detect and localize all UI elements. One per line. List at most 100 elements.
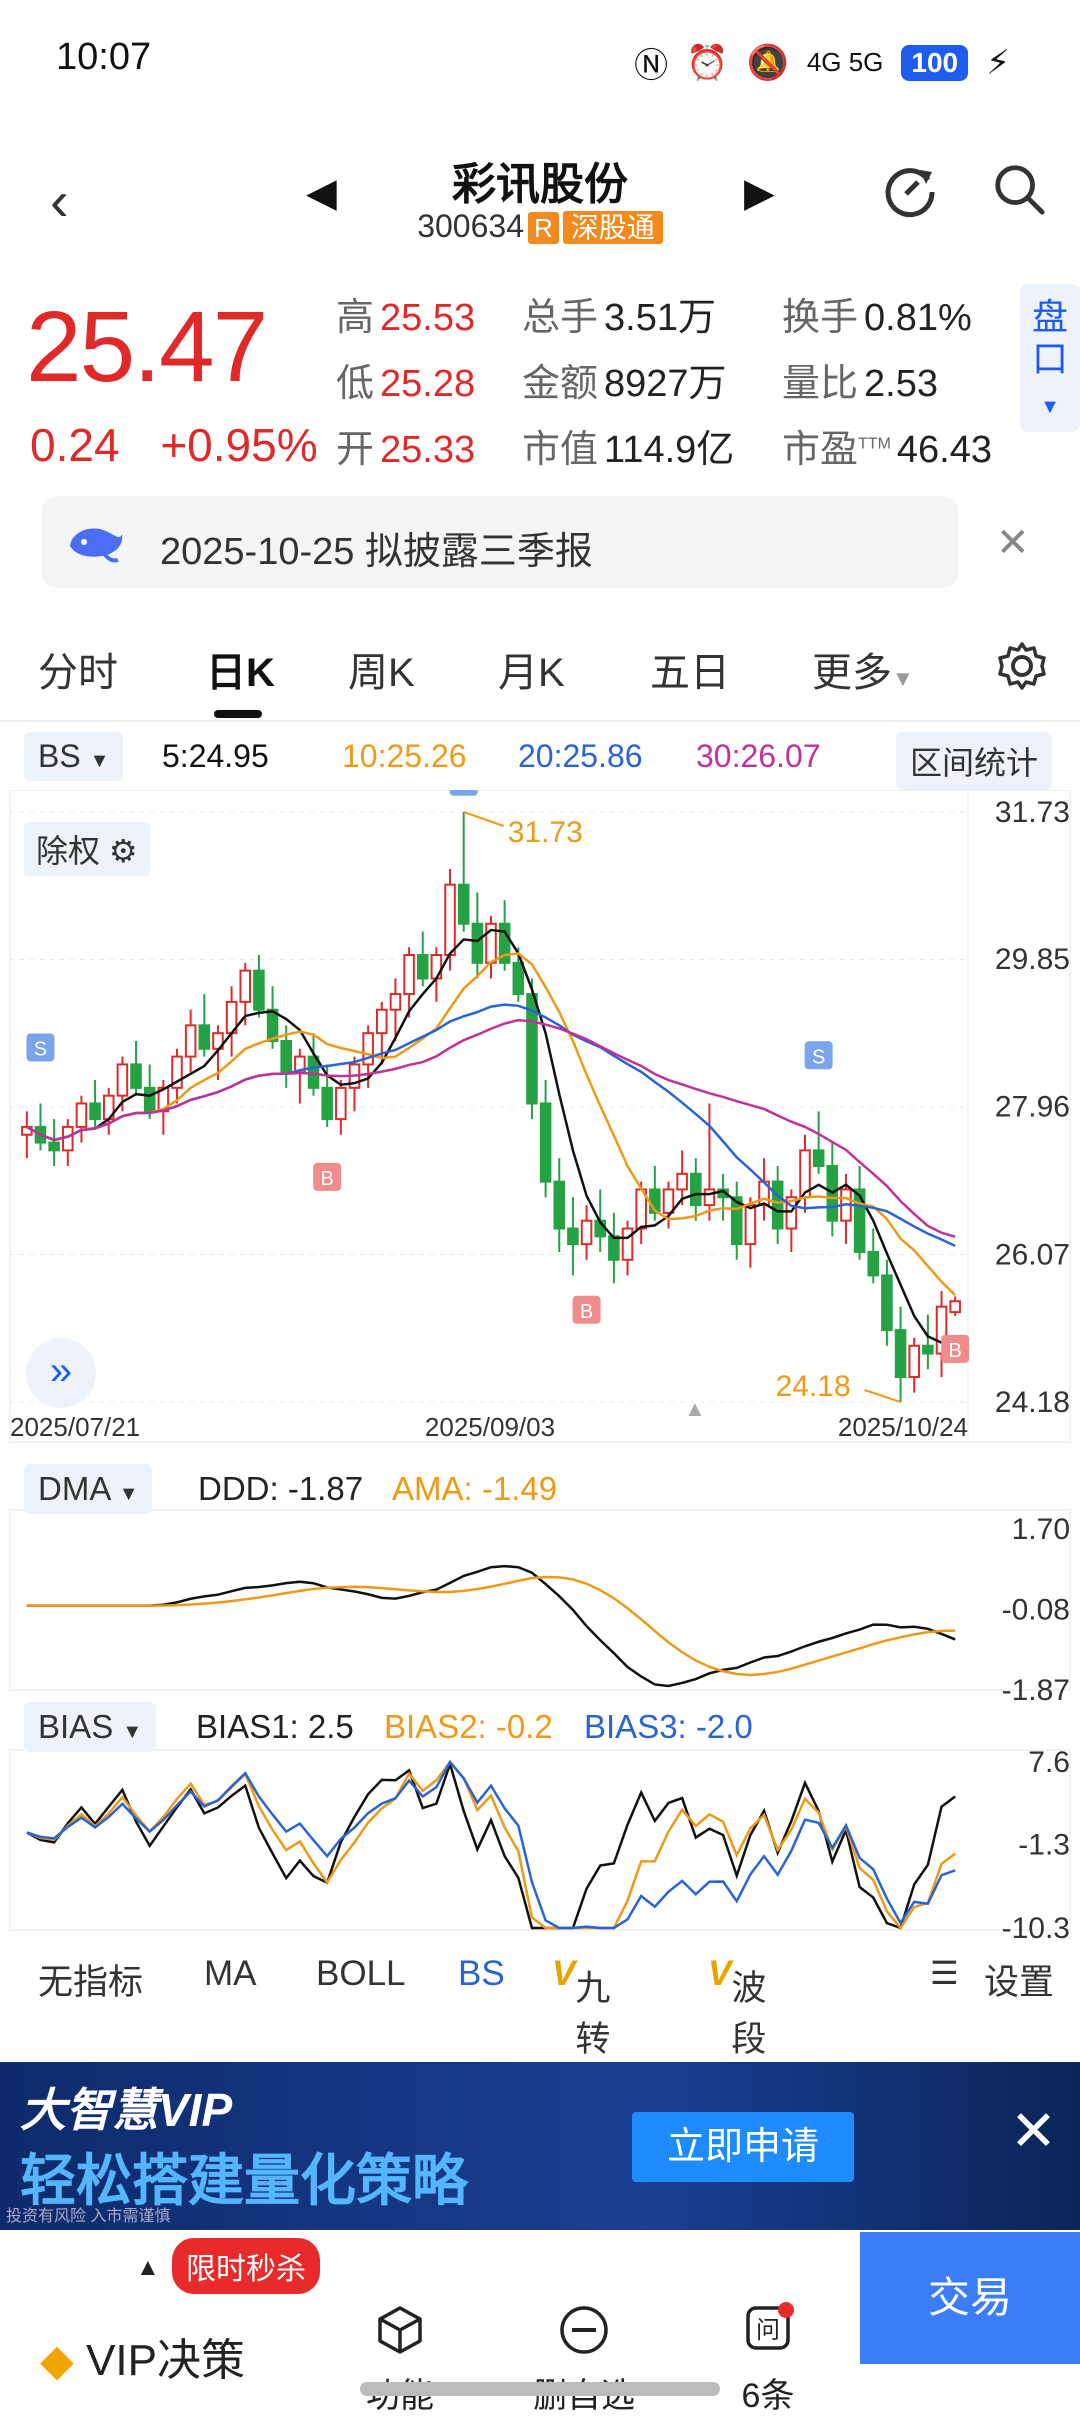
list-settings-icon[interactable]: ☰ [930, 1954, 959, 1992]
caret-up-icon: ▲ [136, 2254, 160, 2281]
search-icon[interactable] [990, 160, 1048, 218]
candle-body [608, 1235, 620, 1261]
pe-cell: 市盈TTM 46.43 [782, 418, 992, 473]
candle-body [184, 1024, 197, 1058]
status-icons: Ⓝ ⏰ 🔕 4G 5G 100 ⚡ [634, 38, 1010, 87]
question-chat-icon: 问 [746, 2302, 794, 2350]
tab-monthly-k[interactable]: 月K [498, 640, 565, 698]
range-stats-button[interactable]: 区间统计 [896, 732, 1053, 790]
caret-down-icon: ▼ [118, 1483, 139, 1505]
v-badge-icon: V [552, 1954, 576, 1993]
candle-body [908, 1344, 920, 1378]
diamond-icon: ◆ [40, 2336, 74, 2385]
adjust-selector[interactable]: 除权 ⚙ [24, 822, 150, 876]
mktcap-cell: 市值 114.9亿 [522, 418, 734, 473]
current-price: 25.47 [26, 291, 268, 403]
candle-body [253, 969, 265, 1011]
remove-watchlist-button[interactable]: 删自选 [524, 2302, 644, 2417]
nfc-icon: Ⓝ [634, 47, 669, 85]
trade-button[interactable]: 交易 [860, 2232, 1080, 2364]
open-label: 开 [336, 429, 375, 471]
ma10-value: 10:25.26 [342, 738, 467, 774]
min-pointer [864, 1389, 901, 1403]
y-tick-label: 29.85 [995, 943, 1070, 976]
vip-ad-banner[interactable]: 大智慧VIP 轻松搭建量化策略 投资有风险 入市需谨慎 立即申请 ✕ [0, 2062, 1080, 2230]
refresh-icon[interactable] [880, 158, 940, 218]
dma-tick-label: -0.08 [1002, 1593, 1070, 1626]
candle-body [690, 1172, 702, 1207]
r-badge: R [527, 212, 559, 244]
change-percent: +0.95% [160, 419, 318, 471]
y-tick-label: 27.96 [995, 1091, 1070, 1124]
quote-grid: 高 25.53 低 25.28 开 25.33 总手 3.51万 金额 8927万 市值 1… [336, 286, 996, 476]
ind-tab-none[interactable]: 无指标 [38, 1954, 143, 2005]
bias3-value: BIAS3: -2.0 [584, 1708, 753, 1745]
period-tabs: 分时 日K 周K 月K 五日 更多▼ [0, 610, 1080, 722]
kline-chart[interactable]: 31.73 24.18 S S S B B B 31.73 29.85 27.96 26.07 24.… [0, 790, 1080, 1940]
tab-weekly-k[interactable]: 周K [348, 640, 415, 698]
gear-icon[interactable] [994, 638, 1050, 694]
volume-value: 3.51万 [604, 297, 716, 339]
banner-apply-button[interactable]: 立即申请 [632, 2112, 854, 2182]
dma-lines [26, 1564, 956, 1688]
position-marker-icon: ▲ [684, 1396, 706, 1421]
y-tick-label: 31.73 [995, 796, 1070, 829]
dma-selector-label: DMA [38, 1470, 110, 1507]
minus-circle-icon [560, 2306, 608, 2354]
ind-tab-settings[interactable]: 设置 [984, 1954, 1054, 2005]
dma-ticks: 1.70-0.08-1.87 [1002, 1513, 1070, 1707]
candle-body [853, 1188, 866, 1253]
ind-tab-boll[interactable]: BOLL [316, 1954, 406, 1994]
adjust-label: 除权 [36, 833, 101, 869]
candle-body [403, 954, 415, 996]
candle-body [703, 1188, 716, 1207]
ind-tab-ma[interactable]: MA [204, 1954, 257, 1994]
close-icon[interactable]: ✕ [996, 520, 1030, 566]
expand-fastforward-icon[interactable]: » [26, 1338, 96, 1408]
amount-value: 8927万 [604, 363, 727, 405]
banner-close-icon[interactable]: ✕ [1010, 2098, 1057, 2164]
tab-more[interactable]: 更多▼ [812, 640, 914, 698]
candle-body [335, 1086, 347, 1121]
next-stock-icon[interactable]: ▶ [744, 170, 775, 216]
bias-selector[interactable]: BIAS ▼ [24, 1702, 157, 1752]
tab-timeshare[interactable]: 分时 [38, 640, 118, 698]
ask-label: 6条 [741, 2377, 795, 2415]
banner-disclaimer: 投资有风险 入市需谨慎 [6, 2208, 171, 2225]
max-pointer [463, 811, 505, 827]
announcement-bar[interactable]: 2025-10-25 拟披露三季报 [42, 496, 958, 588]
volume-label: 总手 [522, 297, 599, 339]
tab-more-label: 更多 [812, 651, 892, 695]
mute-icon: 🔕 [746, 43, 789, 82]
candle-body [239, 969, 252, 1003]
ama-value: AMA: -1.49 [392, 1470, 558, 1507]
alarm-icon: ⏰ [686, 43, 729, 82]
tab-five-day[interactable]: 五日 [650, 640, 730, 698]
bias-header: BIAS ▼ BIAS1: 2.5 BIAS2: -0.2 BIAS3: -2.… [0, 1700, 1080, 1756]
candle-body [280, 1039, 292, 1074]
ind-tab-boduanwang[interactable]: V波段王 [708, 1954, 766, 2110]
vip-decision-button[interactable]: ◆ VIP决策 [40, 2324, 245, 2388]
bias-ticks: 7.6-1.3-10.3 [1002, 1746, 1070, 1940]
low-label: 低 [336, 363, 375, 405]
volratio-cell: 量比 2.53 [782, 352, 938, 407]
caret-down-icon: ▼ [122, 1721, 143, 1743]
candle-body [89, 1102, 101, 1121]
ind-tab-bs[interactable]: BS [458, 1954, 505, 1994]
high-value: 25.53 [380, 297, 476, 339]
ind-tab-jiuzhuan[interactable]: V 九转 [552, 1954, 610, 2059]
dma-selector[interactable]: DMA ▼ [24, 1464, 153, 1514]
signal-letter: S [812, 1046, 825, 1068]
pankou-button[interactable]: 盘口 ▼ [1020, 284, 1080, 432]
function-button[interactable]: 功能 [340, 2302, 460, 2417]
bs-selector[interactable]: BS ▼ [24, 732, 124, 781]
ask-button[interactable]: 问 6条 [708, 2302, 828, 2417]
candle-body [812, 1149, 825, 1167]
buy-signal: B [572, 1295, 601, 1324]
ddd-line [26, 1564, 956, 1688]
tab-daily-k[interactable]: 日K [206, 640, 275, 698]
bias-selector-label: BIAS [38, 1708, 114, 1745]
mktcap-label: 市值 [522, 429, 599, 471]
ma20-line [26, 1003, 956, 1247]
signal-letter: S [34, 1038, 47, 1060]
